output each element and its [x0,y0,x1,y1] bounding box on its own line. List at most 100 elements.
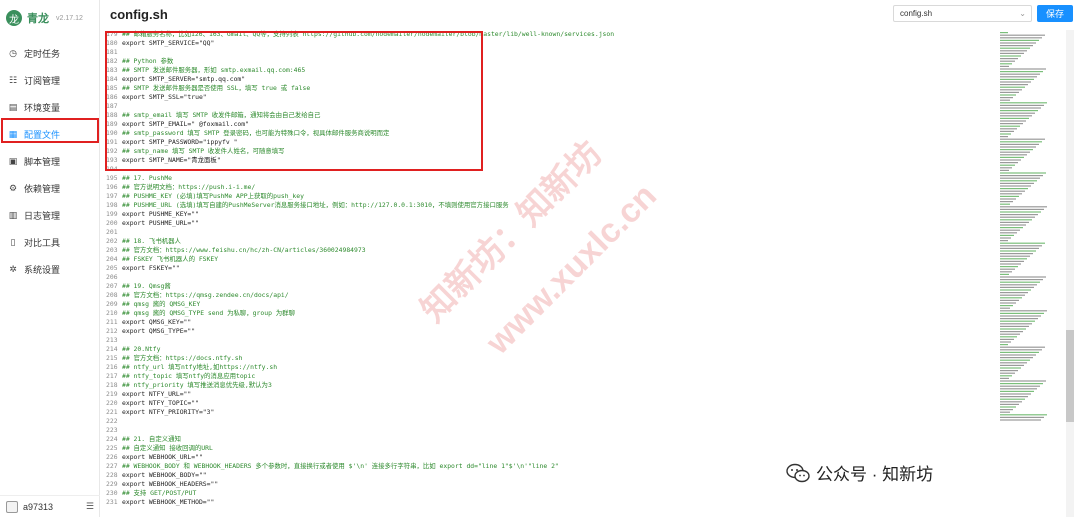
minimap-line [1000,258,1027,260]
chevron-down-icon: ⌄ [1019,9,1026,18]
minimap-line [1000,247,1039,249]
code-line[interactable]: 220 export NTFY_TOPIC="" [106,399,996,408]
minimap-line [1000,195,1019,197]
sidebar-item-label: 日志管理 [24,211,61,221]
minimap-line [1000,115,1032,117]
minimap-line [1000,63,1012,65]
minimap-line [1000,229,1020,231]
code-text: ## PUSHME_URL (选填)填写自建的PushMeServer消息服务接… [122,201,509,209]
code-line[interactable]: 230 ## 支持 GET/POST/PUT [106,489,996,498]
minimap-line [1000,393,1031,395]
code-text: ## 官方说明文档：https://push.i-i.me/ [122,183,256,191]
minimap-line [1000,419,1041,421]
minimap-line [1000,39,1039,41]
minimap-line [1000,305,1013,307]
code-line[interactable]: 231 export WEBHOOK_METHOD="" [106,498,996,507]
line-number: 208 [106,291,118,299]
minimap-line [1000,359,1030,361]
minimap-line [1000,227,1023,229]
code-line[interactable]: 203 ## 官方文档：https://www.feishu.cn/hc/zh-C… [106,246,996,255]
minimap-line [1000,398,1025,400]
save-button[interactable]: 保存 [1037,5,1073,22]
code-line[interactable]: 223 [106,426,996,435]
code-text: ## 自定义通知 接收回调的URL [122,444,213,452]
line-number: 199 [106,210,118,218]
minimap-line [1000,320,1035,322]
code-line[interactable]: 201 [106,228,996,237]
sidebar-item-7[interactable]: ▥ 日志管理 [0,202,99,229]
minimap-line [1000,396,1028,398]
minimap-line [1000,318,1038,320]
minimap-line [1000,34,1045,36]
line-number: 212 [106,327,118,335]
code-text: ## ntfy_topic 填写ntfy的消息应用topic [122,372,256,380]
sidebar-item-8[interactable]: ▯ 对比工具 [0,229,99,256]
line-number: 217 [106,372,118,380]
minimap-line [1000,367,1021,369]
minimap-line [1000,133,1011,135]
sidebar-item-label: 订阅管理 [24,76,61,86]
code-line[interactable]: 219 export NTFY_URL="" [106,390,996,399]
code-line[interactable]: 225 ## 自定义通知 接收回调的URL [106,444,996,453]
code-line[interactable]: 211 export QMSG_KEY="" [106,318,996,327]
minimap-line [1000,346,1045,348]
minimap-line [1000,234,1014,236]
minimap-line [1000,383,1043,385]
minimap-line [1000,414,1047,416]
minimap-line [1000,130,1014,132]
code-line[interactable]: 222 [106,417,996,426]
minimap-line [1000,86,1025,88]
minimap-line [1000,370,1018,372]
file-select[interactable]: config.sh ⌄ [893,5,1032,22]
line-number: 204 [106,255,118,263]
sidebar-item-1[interactable]: ◷ 定时任务 [0,40,99,67]
code-line[interactable]: 224 ## 21. 自定义通知 [106,435,996,444]
code-line[interactable]: 218 ## ntfy_priority 填写推送消息优先级,默认为3 [106,381,996,390]
editor-scrollbar-thumb[interactable] [1066,330,1074,422]
sidebar-item-label: 脚本管理 [24,157,61,167]
code-line[interactable]: 202 ## 18. 飞书机器人 [106,237,996,246]
sidebar-menu: ◷ 定时任务 ☷ 订阅管理 ▤ 环境变量 ▦ 配置文件 ▣ 脚本管理 ⚙ 依赖管理 ▥ 日志管理 ▯ 对比工具… [0,40,99,283]
code-line[interactable]: 212 export QMSG_TYPE="" [106,327,996,336]
minimap-line [1000,302,1016,304]
sidebar-item-9[interactable]: ✲ 系统设置 [0,256,99,283]
code-line[interactable]: 221 export NTFY_PRIORITY="3" [106,408,996,417]
user-name: a97313 [23,501,54,512]
minimap-line [1000,341,1011,343]
code-line[interactable]: 214 ## 20.Ntfy [106,345,996,354]
line-number: 201 [106,228,118,236]
minimap-line [1000,307,1010,309]
sidebar-item-3[interactable]: ▤ 环境变量 [0,94,99,121]
sidebar-item-label: 定时任务 [24,49,61,59]
app-name: 青龙 [27,13,49,25]
minimap-line [1000,94,1016,96]
code-text: export QMSG_KEY="" [122,318,192,326]
minimap-line [1000,167,1012,169]
code-line[interactable]: 216 ## ntfy_url 填写ntfy地址,如https://ntfy.sh [106,363,996,372]
code-line[interactable]: 215 ## 官方文档：https://docs.ntfy.sh [106,354,996,363]
code-text: export PUSHME_KEY="" [122,210,199,218]
minimap-line [1000,237,1011,239]
sidebar-item-6[interactable]: ⚙ 依赖管理 [0,175,99,202]
minimap-line [1000,84,1028,86]
minimap-line [1000,107,1041,109]
sidebar-item-label: 系统设置 [24,265,61,275]
editor-minimap[interactable] [998,30,1064,490]
minimap-line [1000,286,1034,288]
editor-scrollbar[interactable] [1066,30,1074,517]
code-line[interactable]: 213 [106,336,996,345]
sidebar-item-2[interactable]: ☷ 订阅管理 [0,67,99,94]
menu-collapse-icon[interactable]: ☰ [86,501,94,512]
minimap-line [1000,315,1041,317]
code-text: ## 官方文档：https://qmsg.zendee.cn/docs/api/ [122,291,289,299]
sidebar-item-5[interactable]: ▣ 脚本管理 [0,148,99,175]
minimap-line [1000,185,1031,187]
line-number: 207 [106,282,118,290]
user-bar[interactable]: a97313 ☰ [0,495,100,517]
code-line[interactable]: 217 ## ntfy_topic 填写ntfy的消息应用topic [106,372,996,381]
minimap-line [1000,89,1022,91]
code-text: ## qmsg 酱的 QMSG_TYPE send 为私聊，group 为群聊 [122,309,295,317]
brand[interactable]: 龙 青龙 v2.17.12 [0,0,99,36]
avatar[interactable] [6,500,18,513]
minimap-line [1000,364,1024,366]
